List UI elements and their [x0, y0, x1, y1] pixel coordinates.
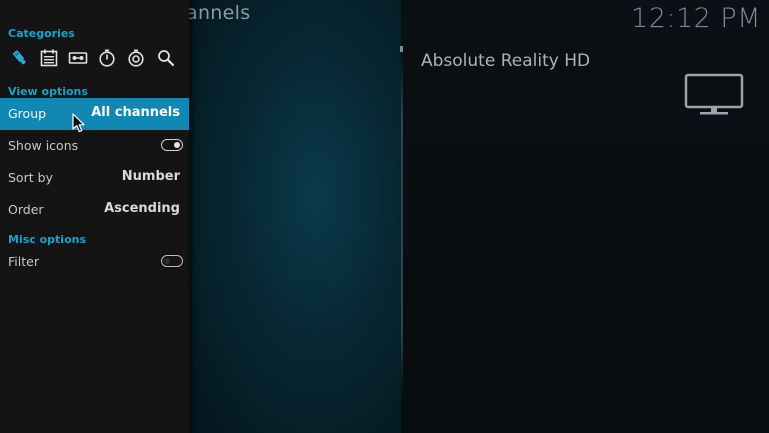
calendar-icon[interactable]: [39, 48, 59, 68]
timer-rules-icon[interactable]: [126, 48, 146, 68]
sort-by-value: Number: [121, 169, 180, 184]
mouse-pointer-icon: [72, 113, 85, 133]
search-icon[interactable]: [156, 48, 176, 68]
order-label: Order: [8, 202, 44, 217]
timer-icon[interactable]: [97, 48, 117, 68]
order-option[interactable]: Order Ascending: [0, 194, 189, 226]
group-option[interactable]: Group All channels: [0, 98, 189, 130]
view-options-label: View options: [8, 85, 88, 98]
categories-label: Categories: [8, 27, 75, 40]
group-value: All channels: [91, 105, 180, 120]
show-icons-option[interactable]: Show icons: [0, 130, 189, 162]
toggle-knob: [174, 141, 180, 148]
sort-by-option[interactable]: Sort by Number: [0, 162, 189, 194]
order-value: Ascending: [104, 201, 180, 216]
filter-option[interactable]: Filter: [0, 246, 189, 278]
tv-icon: [684, 73, 744, 115]
misc-options-label: Misc options: [8, 233, 87, 246]
clock: 12:12 PM: [631, 3, 761, 34]
category-icon-bar: [8, 48, 184, 70]
sort-by-label: Sort by: [8, 170, 53, 185]
group-label: Group: [8, 106, 47, 121]
tv-channels-screen: annels 12:12 PM Absolute Reality HD Cate…: [0, 0, 769, 433]
usb-stick-icon[interactable]: [10, 48, 30, 68]
options-sidebar: Categories View options Group All channe…: [0, 0, 189, 433]
filter-toggle[interactable]: [161, 255, 183, 267]
toggle-knob: [164, 257, 170, 264]
recording-icon[interactable]: [68, 48, 88, 68]
page-title: annels: [186, 2, 251, 24]
selected-channel-name: Absolute Reality HD: [421, 51, 591, 71]
show-icons-label: Show icons: [8, 138, 79, 153]
channel-list-panel[interactable]: [189, 0, 583, 433]
show-icons-toggle[interactable]: [161, 139, 183, 151]
filter-label: Filter: [8, 254, 39, 269]
